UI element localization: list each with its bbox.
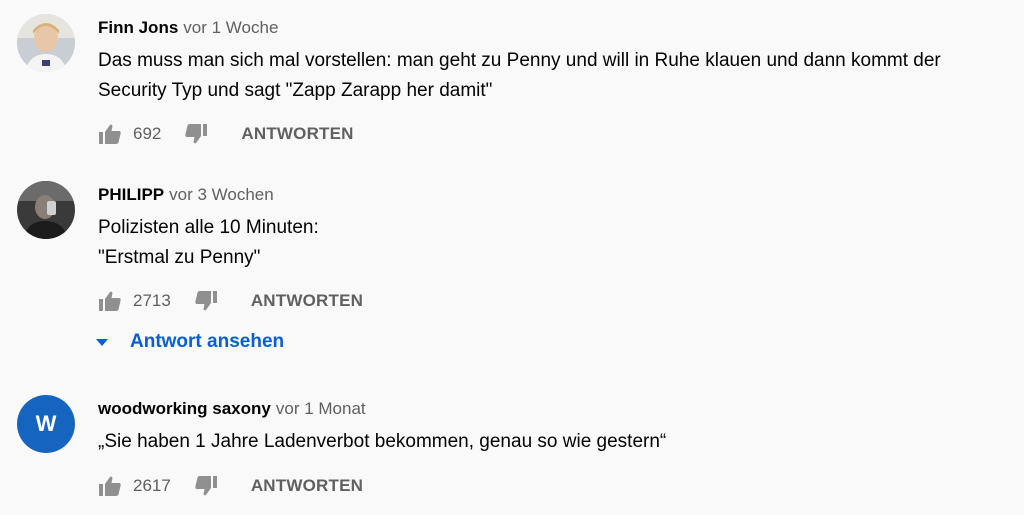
comment-time[interactable]: vor 1 Monat xyxy=(276,399,366,418)
comment-actions: 2713 ANTWORTEN xyxy=(98,289,363,313)
view-replies-button[interactable]: Antwort ansehen xyxy=(96,330,284,354)
caret-down-icon xyxy=(96,330,110,354)
reply-button[interactable]: ANTWORTEN xyxy=(251,476,363,496)
thumb-down-icon[interactable] xyxy=(194,289,218,313)
avatar[interactable] xyxy=(17,14,75,72)
author-name[interactable]: PHILIPP xyxy=(98,185,164,204)
comment-actions: 2617 ANTWORTEN xyxy=(98,474,363,498)
like-count: 2713 xyxy=(133,291,171,310)
avatar-photo xyxy=(17,181,75,239)
like-count: 692 xyxy=(133,124,162,143)
avatar-photo xyxy=(17,14,75,72)
comment-header: PHILIPP vor 3 Wochen xyxy=(98,185,274,205)
thumb-down-icon[interactable] xyxy=(184,122,208,146)
author-name[interactable]: woodworking saxony xyxy=(98,399,271,418)
thumb-up-icon[interactable] xyxy=(98,474,122,498)
comment-text-line: "Erstmal zu Penny" xyxy=(98,247,261,268)
avatar[interactable]: W xyxy=(17,395,75,453)
reply-button[interactable]: ANTWORTEN xyxy=(241,124,353,144)
comment-text-line: Polizisten alle 10 Minuten: xyxy=(98,217,319,238)
reply-button[interactable]: ANTWORTEN xyxy=(251,291,363,311)
author-name[interactable]: Finn Jons xyxy=(98,18,178,37)
like-count: 2617 xyxy=(133,476,171,495)
comment-time[interactable]: vor 1 Woche xyxy=(183,18,278,37)
thumb-up-icon[interactable] xyxy=(98,289,122,313)
avatar[interactable] xyxy=(17,181,75,239)
thumb-down-icon[interactable] xyxy=(194,474,218,498)
comment-header: woodworking saxony vor 1 Monat xyxy=(98,399,366,419)
comment-text-line: Das muss man sich mal vorstellen: man ge… xyxy=(98,50,941,71)
thumb-up-icon[interactable] xyxy=(98,122,122,146)
view-replies-label: Antwort ansehen xyxy=(130,331,285,352)
comment-text: Polizisten alle 10 Minuten: "Erstmal zu … xyxy=(98,213,1013,273)
comment-text-line: Security Typ und sagt "Zapp Zarapp her d… xyxy=(98,80,493,101)
comment-text: Das muss man sich mal vorstellen: man ge… xyxy=(98,46,1013,106)
avatar-letter: W xyxy=(35,411,57,436)
comment-text-line: „Sie haben 1 Jahre Ladenverbot bekommen,… xyxy=(98,431,667,452)
comment-time[interactable]: vor 3 Wochen xyxy=(169,185,274,204)
comment-header: Finn Jons vor 1 Woche xyxy=(98,18,278,38)
comment-text: „Sie haben 1 Jahre Ladenverbot bekommen,… xyxy=(98,427,1013,457)
comment-actions: 692 ANTWORTEN xyxy=(98,122,354,146)
